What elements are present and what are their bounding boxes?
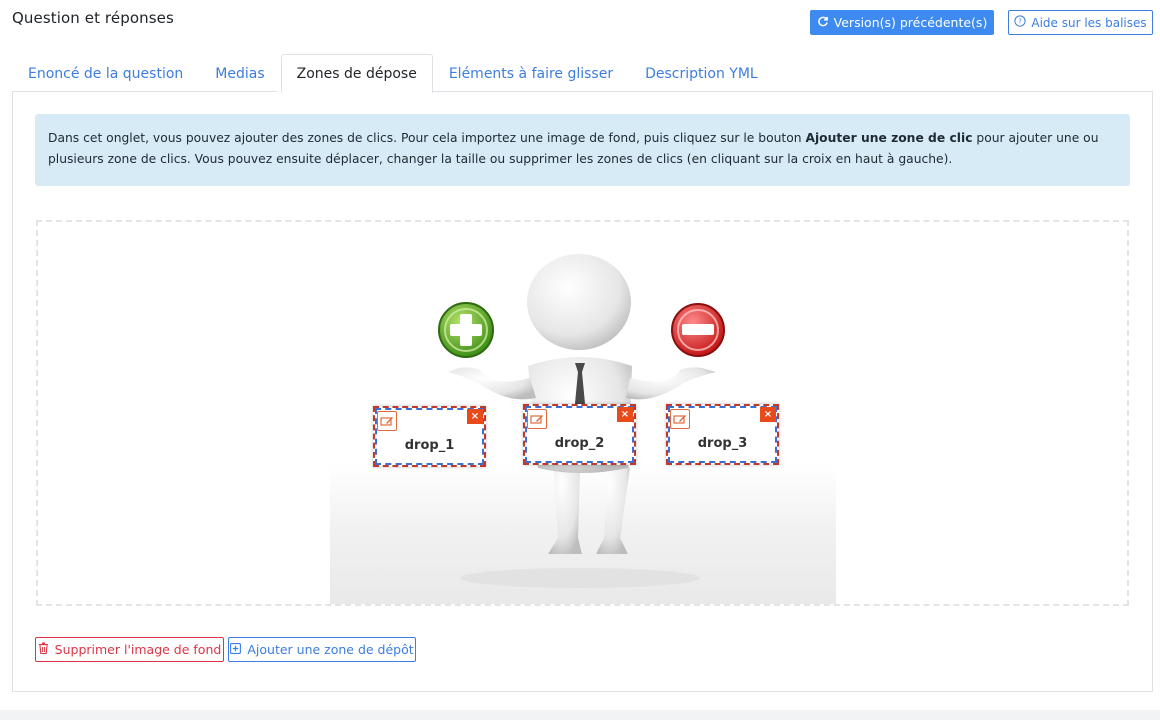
footer-strip — [0, 710, 1160, 720]
previous-versions-label: Version(s) précédente(s) — [833, 15, 988, 30]
previous-versions-button[interactable]: Version(s) précédente(s) — [810, 10, 994, 35]
drop-zone-label: drop_3 — [697, 436, 748, 451]
tab-medias[interactable]: Medias — [199, 54, 280, 92]
drop-zone-box[interactable]: × drop_1 — [373, 406, 486, 467]
plus-square-icon — [230, 642, 242, 657]
tab-drop-zones[interactable]: Zones de dépose — [280, 54, 433, 93]
tab-yml-description[interactable]: Description YML — [629, 54, 774, 92]
remove-zone-button[interactable]: × — [617, 407, 633, 422]
refresh-icon — [817, 15, 829, 30]
svg-text:?: ? — [1019, 18, 1023, 26]
question-circle-icon: ? — [1014, 15, 1026, 30]
edit-icon — [673, 410, 687, 429]
edit-zone-button[interactable] — [670, 409, 690, 429]
drop-zone-label: drop_2 — [554, 436, 605, 451]
trash-icon — [38, 642, 49, 657]
remove-zone-button[interactable]: × — [760, 407, 776, 422]
page-title: Question et réponses — [12, 9, 174, 27]
drop-zone-box[interactable]: × drop_3 — [666, 404, 779, 465]
delete-background-label: Supprimer l'image de fond — [54, 642, 222, 657]
delete-background-button[interactable]: Supprimer l'image de fond — [35, 637, 224, 662]
tab-draggable-elements[interactable]: Eléments à faire glisser — [433, 54, 629, 92]
remove-zone-button[interactable]: × — [467, 409, 483, 424]
tag-help-label: Aide sur les balises — [1031, 15, 1147, 30]
question-tabs: Enoncé de la question Medias Zones de dé… — [12, 54, 774, 93]
info-alert: Dans cet onglet, vous pouvez ajouter des… — [35, 114, 1130, 186]
info-text-start: Dans cet onglet, vous pouvez ajouter des… — [48, 131, 806, 145]
add-drop-zone-label: Ajouter une zone de dépôt — [247, 642, 414, 657]
edit-icon — [530, 410, 544, 429]
edit-zone-button[interactable] — [527, 409, 547, 429]
edit-zone-button[interactable] — [377, 411, 397, 431]
drop-zone-label: drop_1 — [404, 438, 455, 453]
info-text-bold: Ajouter une zone de clic — [805, 131, 973, 145]
tag-help-button[interactable]: ? Aide sur les balises — [1008, 10, 1153, 35]
add-drop-zone-button[interactable]: Ajouter une zone de dépôt — [228, 637, 416, 662]
drop-zone-box[interactable]: × drop_2 — [523, 404, 636, 465]
tab-statement[interactable]: Enoncé de la question — [12, 54, 199, 92]
edit-icon — [380, 412, 394, 431]
